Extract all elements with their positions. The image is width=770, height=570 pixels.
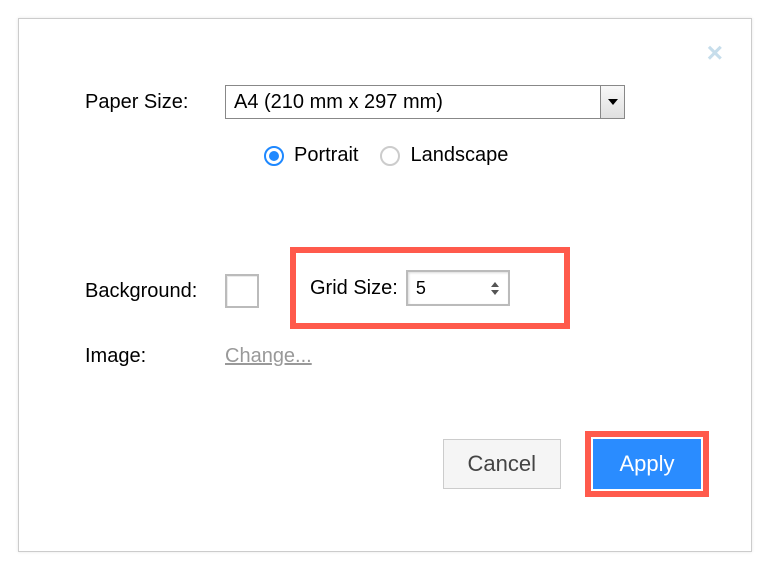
- grid-size-value: 5: [416, 278, 426, 299]
- apply-button[interactable]: Apply: [593, 439, 701, 489]
- apply-button-highlight: Apply: [585, 431, 709, 497]
- portrait-radio[interactable]: Portrait: [264, 144, 358, 167]
- spinner-down-icon[interactable]: [491, 290, 499, 295]
- spinner-controls: [486, 274, 504, 302]
- background-color-swatch[interactable]: [225, 274, 259, 308]
- cancel-button[interactable]: Cancel: [443, 439, 561, 489]
- dropdown-arrow-icon[interactable]: [600, 86, 624, 118]
- spinner-up-icon[interactable]: [491, 282, 499, 287]
- orientation-row: Portrait Landscape: [264, 144, 530, 167]
- grid-size-highlight: Grid Size: 5: [290, 247, 570, 329]
- image-label: Image:: [85, 345, 225, 368]
- portrait-label: Portrait: [294, 144, 358, 167]
- background-row: Background:: [85, 274, 289, 308]
- close-icon[interactable]: ×: [707, 39, 723, 67]
- grid-size-spinner[interactable]: 5: [406, 270, 510, 306]
- paper-size-row: Paper Size: A4 (210 mm x 297 mm): [85, 85, 625, 119]
- paper-size-value: A4 (210 mm x 297 mm): [234, 91, 443, 114]
- landscape-label: Landscape: [410, 144, 508, 167]
- paper-size-label: Paper Size:: [85, 91, 225, 114]
- landscape-radio[interactable]: Landscape: [380, 144, 508, 167]
- change-image-link[interactable]: Change...: [225, 345, 312, 368]
- image-row: Image: Change...: [85, 345, 312, 368]
- radio-icon: [264, 146, 284, 166]
- grid-size-label: Grid Size:: [310, 277, 398, 300]
- paper-size-select[interactable]: A4 (210 mm x 297 mm): [225, 85, 625, 119]
- dialog-buttons: Cancel Apply: [443, 431, 709, 497]
- page-setup-dialog: × Paper Size: A4 (210 mm x 297 mm) Portr…: [18, 18, 752, 552]
- background-label: Background:: [85, 280, 225, 303]
- radio-icon: [380, 146, 400, 166]
